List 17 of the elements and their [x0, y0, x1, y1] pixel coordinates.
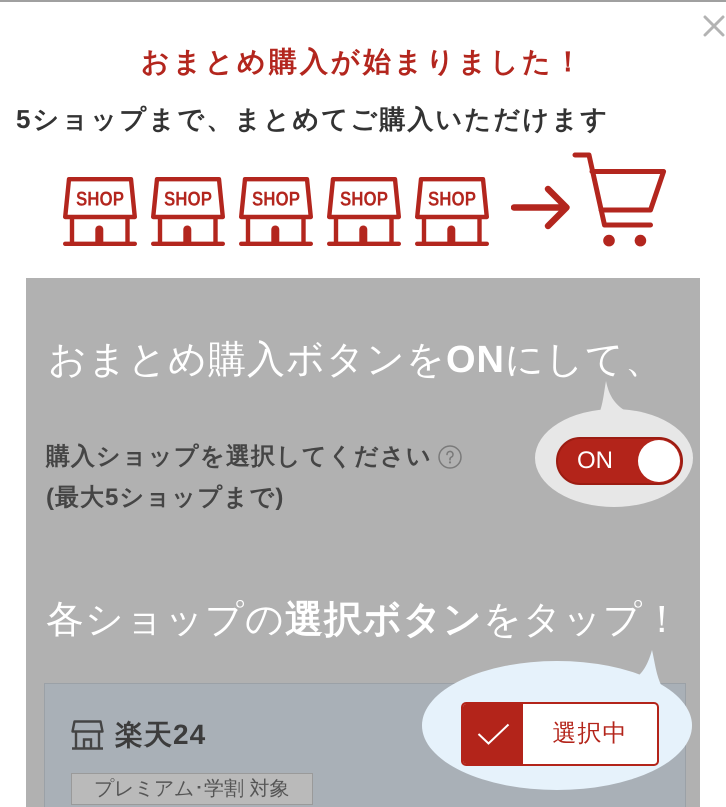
step-heading: おまとめ購入ボタンをONにして、	[48, 338, 664, 383]
instruction-text: 購入ショップを選択してください	[46, 442, 432, 472]
store-icon	[71, 720, 104, 750]
toggle-switch[interactable]: ON	[556, 437, 683, 485]
check-icon	[463, 704, 523, 764]
subtitle-text: 5ショップまで、まとめてご購入いただけます	[16, 103, 610, 136]
step-heading: 各ショップの選択ボタンをタップ！	[46, 598, 682, 643]
help-icon[interactable]	[438, 444, 462, 468]
note-text: (最大5ショップまで)	[46, 483, 284, 513]
campaign-tag: プレミアム･学割 対象	[71, 773, 313, 805]
dialog-title: おまとめ購入が始まりました！	[141, 45, 585, 79]
close-icon[interactable]	[703, 15, 725, 37]
shop-name: 楽天24	[115, 718, 206, 752]
arrow-icon	[511, 184, 572, 231]
select-button[interactable]: 選択中	[461, 702, 659, 766]
toggle-knob	[638, 440, 680, 482]
cart-icon	[572, 151, 667, 247]
